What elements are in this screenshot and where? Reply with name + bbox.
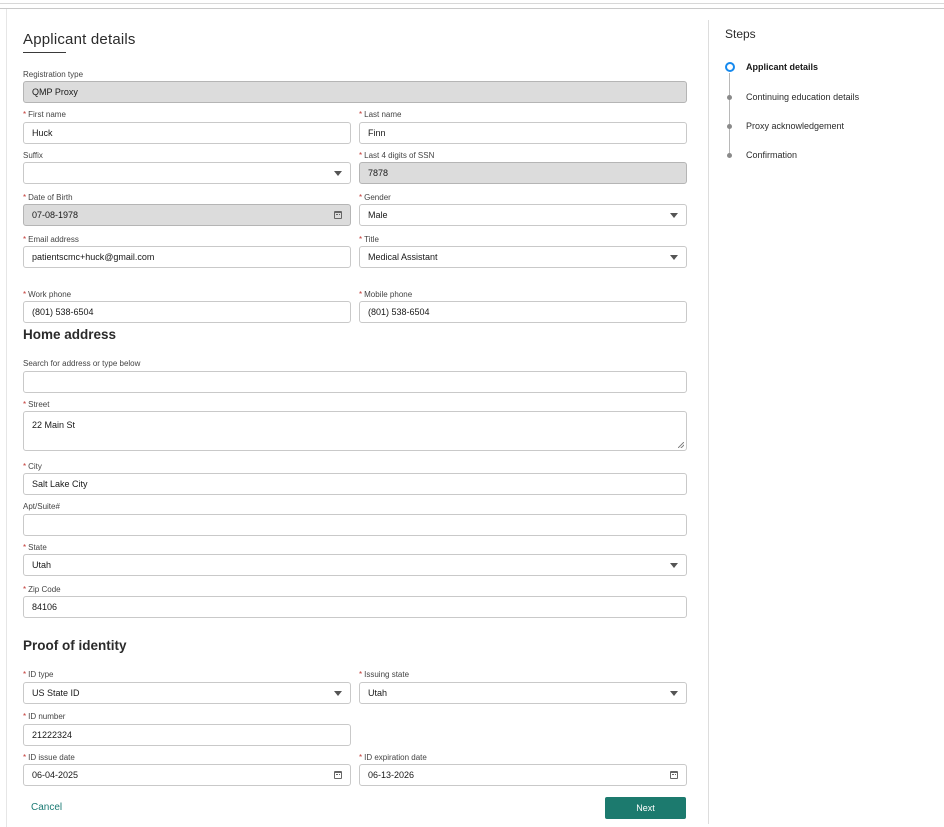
last-name-input[interactable]: Finn <box>359 122 687 144</box>
street-textarea[interactable]: 22 Main St <box>23 411 687 451</box>
step-pending-indicator-icon <box>727 153 732 158</box>
chevron-down-icon <box>334 170 342 176</box>
work-phone-input[interactable]: (801) 538-6504 <box>23 301 351 323</box>
first-name-label: * First name <box>23 110 66 119</box>
chevron-down-icon <box>670 254 678 260</box>
address-search-input[interactable] <box>23 371 687 393</box>
suffix-label: Suffix <box>23 151 43 160</box>
home-address-heading: Home address <box>23 327 117 342</box>
chevron-down-icon <box>670 690 678 696</box>
apt-label: Apt/Suite# <box>23 502 60 511</box>
step-pending-indicator-icon <box>727 124 732 129</box>
chevron-down-icon <box>334 690 342 696</box>
id-issue-date-input[interactable]: 06-04-2025 <box>23 764 351 786</box>
page-title: Applicant details <box>23 31 136 48</box>
email-label: * Email address <box>23 235 79 244</box>
panel-border <box>6 9 7 827</box>
step-active-indicator-icon <box>725 62 735 72</box>
zip-label: * Zip Code <box>23 585 61 594</box>
mobile-phone-input[interactable]: (801) 538-6504 <box>359 301 687 323</box>
step-applicant-details[interactable]: Applicant details <box>746 62 818 72</box>
steps-divider <box>708 20 709 824</box>
calendar-icon[interactable] <box>670 771 678 779</box>
id-issue-date-label: * ID issue date <box>23 753 75 762</box>
resize-handle-icon[interactable] <box>678 442 684 448</box>
steps-title: Steps <box>725 27 756 41</box>
next-button[interactable]: Next <box>605 797 686 819</box>
state-select[interactable]: Utah <box>23 554 687 576</box>
calendar-icon[interactable] <box>334 771 342 779</box>
id-number-input[interactable]: 21222324 <box>23 724 351 746</box>
issuing-state-label: * Issuing state <box>359 670 410 679</box>
id-type-select[interactable]: US State ID <box>23 682 351 704</box>
mobile-phone-label: * Mobile phone <box>359 290 413 299</box>
state-label: * State <box>23 543 47 552</box>
dob-label: * Date of Birth <box>23 193 73 202</box>
city-label: * City <box>23 462 42 471</box>
step-continuing-education[interactable]: Continuing education details <box>746 92 859 102</box>
title-select[interactable]: Medical Assistant <box>359 246 687 268</box>
calendar-icon <box>334 211 342 219</box>
id-expiration-date-input[interactable]: 06-13-2026 <box>359 764 687 786</box>
city-input[interactable]: Salt Lake City <box>23 473 687 495</box>
ssn-field: 7878 <box>359 162 687 184</box>
chevron-down-icon <box>670 562 678 568</box>
zip-input[interactable]: 84106 <box>23 596 687 618</box>
steps-connector-line <box>729 73 730 155</box>
step-proxy-acknowledgement[interactable]: Proxy acknowledgement <box>746 121 844 131</box>
work-phone-label: * Work phone <box>23 290 72 299</box>
id-number-label: * ID number <box>23 712 66 721</box>
registration-type-label: Registration type <box>23 70 84 79</box>
top-bar <box>0 0 944 9</box>
street-label: * Street <box>23 400 50 409</box>
suffix-select[interactable] <box>23 162 351 184</box>
chevron-down-icon <box>670 212 678 218</box>
step-pending-indicator-icon <box>727 95 732 100</box>
cancel-link[interactable]: Cancel <box>31 802 62 813</box>
email-input[interactable]: patientscmc+huck@gmail.com <box>23 246 351 268</box>
issuing-state-select[interactable]: Utah <box>359 682 687 704</box>
title-underline <box>23 52 66 53</box>
dob-field: 07-08-1978 <box>23 204 351 226</box>
gender-label: * Gender <box>359 193 391 202</box>
last-name-label: * Last name <box>359 110 402 119</box>
step-confirmation[interactable]: Confirmation <box>746 150 797 160</box>
gender-select[interactable]: Male <box>359 204 687 226</box>
id-expiration-date-label: * ID expiration date <box>359 753 427 762</box>
title-label: * Title <box>359 235 379 244</box>
id-type-label: * ID type <box>23 670 54 679</box>
apt-input[interactable] <box>23 514 687 536</box>
registration-type-field: QMP Proxy <box>23 81 687 103</box>
first-name-input[interactable]: Huck <box>23 122 351 144</box>
address-search-label: Search for address or type below <box>23 359 141 368</box>
ssn-label: * Last 4 digits of SSN <box>359 151 435 160</box>
proof-of-identity-heading: Proof of identity <box>23 638 127 653</box>
